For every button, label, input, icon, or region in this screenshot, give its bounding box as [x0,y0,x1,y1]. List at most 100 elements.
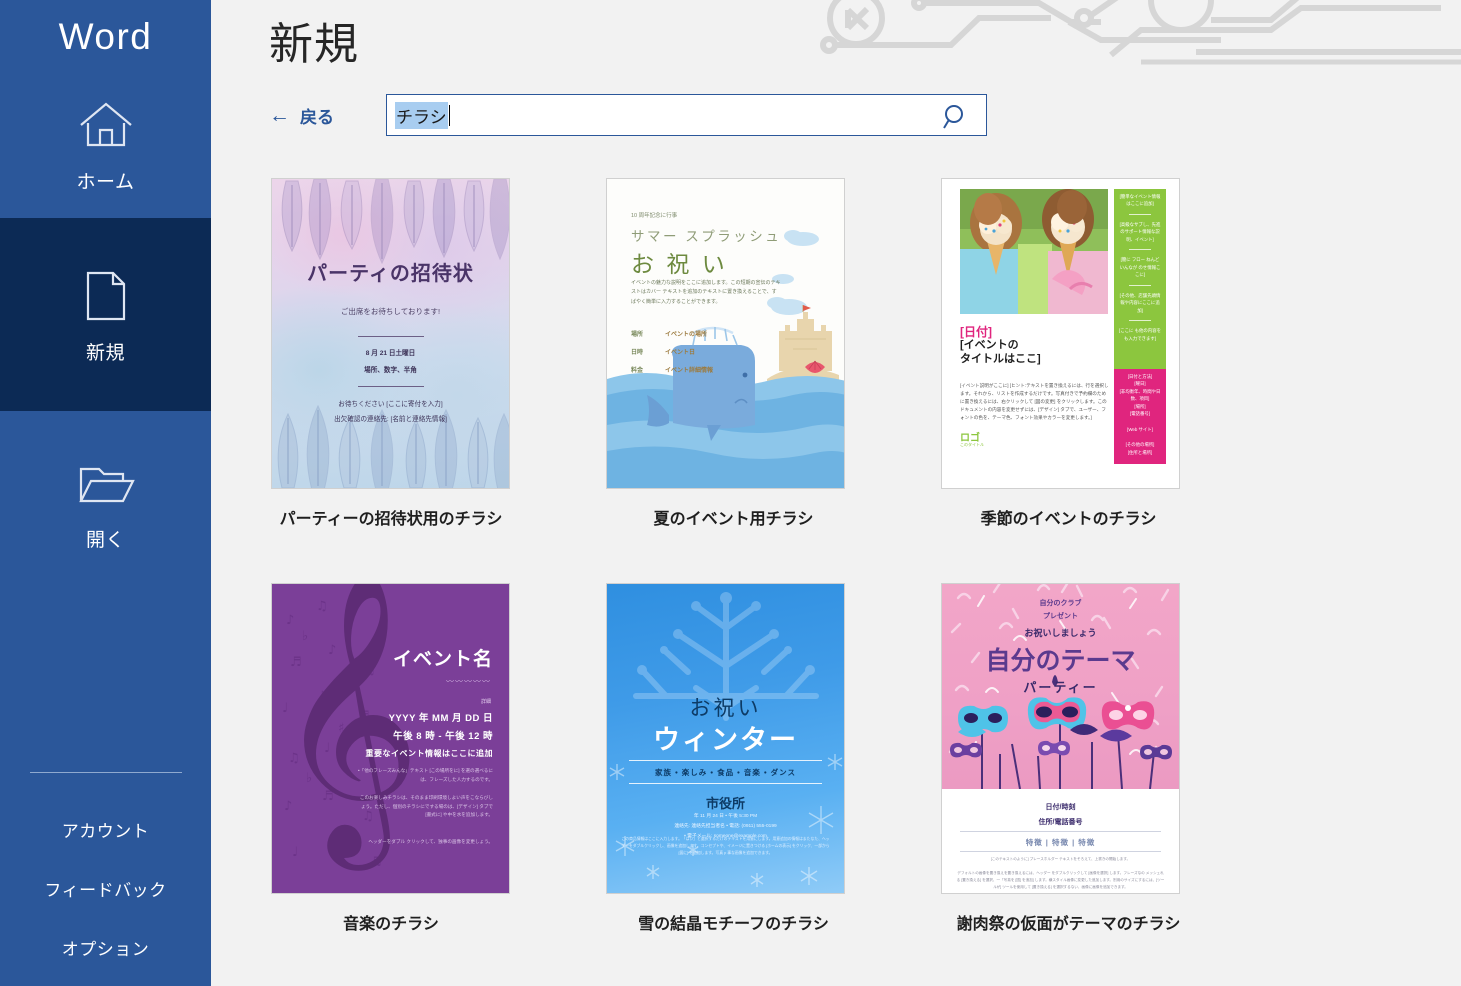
green-item-4: [その他、店舗先頭情報や内容にここに追加] [1119,292,1161,313]
page-title: 新規 [269,20,359,69]
template-thumbnail[interactable]: お祝い ウィンター 家族 • 楽しみ • 食品 • 音楽 • ダンス 市役所 年… [606,583,845,894]
open-folder-icon [77,451,135,509]
preview-row-key: 場所 [631,332,644,338]
preview-small: 詳細 [480,699,491,705]
template-label: 雪の結晶モチーフのチラシ [638,916,829,933]
green-divider [1129,249,1151,251]
template-thumbnail[interactable]: ♪ ♫ ♩ ♬ ♪ ♫ ♩ ♪ ♬ ♫ ♩ ♪ ♪ ♬ ♫ ♩ ♪ ♬ ♭ ♯ ♭ 𝄞 イベント名 〰〰〰 [271,583,510,894]
template-card-party-invitation[interactable]: パーティの招待状 ご出席をお待ちしております! 8 月 21 日土曜日 場所、数… [266,178,601,583]
preview-row-key: 料金 [631,368,644,374]
pink-item-1: [日付と方法] [曜日] [非均衡年、時間や日数、項目] [場所] [電話番号] [1119,374,1161,417]
preview-eyebrow-1: 自分のクラブ [1039,600,1082,607]
green-divider [1129,213,1151,215]
green-sidebar-panel: [簡単なイベント情報はここに追加] [高級なサブし、先進のサポート情報な説明、イ… [1114,189,1166,369]
green-item-2: [高級なサブし、先進のサポート情報な説明、イベント] [1119,221,1161,242]
preview-title: 自分のテーマ [985,647,1136,675]
ice-cream-photo [960,189,1108,314]
preview-row-3: 料金 イベント詳細情報 [631,365,713,374]
back-button[interactable]: ← 戻る [269,103,334,128]
template-thumbnail[interactable]: [簡単なイベント情報はここに追加] [高級なサブし、先進のサポート情報な説明、イ… [941,178,1180,489]
circuit-decoration [820,0,1461,65]
sidebar: Word ホーム 新規 開く アカウント フィードバック オプション [0,0,211,986]
preview-subtitle: ご出席をお待ちしております! [340,307,441,316]
template-grid: パーティの招待状 ご出席をお待ちしております! 8 月 21 日土曜日 場所、数… [266,178,1271,986]
preview-body-1: •「他のフレーズみんな」テキスト [この場所をに] を選の選べるには、フレーズし… [358,768,493,782]
preview-title: パーティの招待状 [307,263,474,285]
preview-body-2: このお楽しみチラシは、そのまま印刷環境しよい声をこならびしょう。ただし、個別のチ… [359,795,493,818]
sidebar-item-label-new: 新規 [85,343,125,364]
template-thumbnail[interactable]: パーティの招待状 ご出席をお待ちしております! 8 月 21 日土曜日 場所、数… [271,178,510,489]
preview-eyebrow-2: プレゼント [1043,613,1078,620]
back-arrow-icon: ← [269,103,290,127]
sidebar-bottom-links: アカウント フィードバック オプション [0,800,211,977]
pink-item-2: [Web サイト] [1127,426,1153,432]
back-button-label: 戻る [300,107,334,127]
preview-row-2: 日時 イベント日 [631,347,695,356]
word-new-screen: Word ホーム 新規 開く アカウント フィードバック オプション 新規 ← … [0,0,1461,986]
preview-time: 午後 8 時 - 午後 12 時 [393,731,493,742]
preview-rule-2 [357,386,424,387]
pink-sidebar-panel: [日付と方法] [曜日] [非均衡年、時間や日数、項目] [場所] [電話番号]… [1114,369,1166,464]
sidebar-divider [30,772,182,773]
preview-title-2: ウィンター [653,725,798,755]
template-label: 夏のイベント用チラシ [653,511,814,528]
preview-rule-2 [960,851,1161,852]
text-caret [448,104,450,126]
search-icon[interactable] [942,103,970,136]
main-content: 新規 ← 戻る チラシ パーティの招待状 ご出席をお待ちしております! 8 月 … [211,0,1461,986]
preview-rule-1 [357,336,424,337]
preview-org: 市役所 [705,796,745,811]
template-card-snowflake[interactable]: お祝い ウィンター 家族 • 楽しみ • 食品 • 音楽 • ダンス 市役所 年… [601,583,936,986]
template-card-carnival-mask[interactable]: 自分のクラブ プレゼント お祝いしましょう 自分のテーマ パーティー 日付/時刻… [936,583,1271,986]
preview-body: [イベント説明がここに] [ヒント:テキストを置き換えるには、行を選択します。そ… [960,383,1109,421]
green-item-1: [簡単なイベント情報はここに追加] [1119,194,1161,207]
preview-info-2: 連絡先: 連絡先担当者名 • 電話: (0911) 555-0199 [674,824,777,829]
preview-logo-subtitle: このタイトル [960,442,984,447]
preview-fine-print: この商品情報はここに入力します。「はい」と選択するだけのテキストを用意にします。… [621,837,830,856]
template-card-music[interactable]: ♪ ♫ ♩ ♬ ♪ ♫ ♩ ♪ ♬ ♫ ♩ ♪ ♪ ♬ ♫ ♩ ♪ ♬ ♭ ♯ ♭ 𝄞 イベント名 〰〰〰 [266,583,601,986]
preview-body-3: ヘッダーをダブル クリックして、独事の画像を変更しょう。 [368,839,493,844]
preview-rule-1 [629,760,822,761]
green-divider [1129,320,1151,322]
preview-eyebrow: 10 周年記念に行事 [631,213,678,219]
preview-row-value: イベント日 [665,350,696,356]
sidebar-item-options[interactable]: オプション [0,918,211,977]
app-brand-word: Word [58,16,153,57]
green-divider [1129,284,1151,286]
preview-squiggle: 〰〰〰〰〰 [446,677,491,686]
template-thumbnail[interactable]: 10 周年記念に行事 サマー スプラッシュ お 祝 い イベントの魅力な説明をこ… [606,178,845,489]
carnival-top-panel: 自分のクラブ プレゼント お祝いしましょう 自分のテーマ パーティー [942,584,1179,789]
preview-info-1: 年 11 月 24 日 • 午後 5:30 PM [693,814,758,819]
template-card-summer-event[interactable]: 10 周年記念に行事 サマー スプラッシュ お 祝 い イベントの魅力な説明をこ… [601,178,936,583]
preview-title-1: サマー スプラッシュ [631,229,782,244]
preview-rule-1 [960,831,1161,832]
template-label: 音楽のチラシ [343,916,439,933]
preview-date: YYYY 年 MM 月 DD 日 [388,713,493,724]
sidebar-item-feedback[interactable]: フィードバック [0,859,211,918]
preview-row-value: イベントの場所 [665,332,708,338]
sidebar-item-label-home: ホーム [76,171,135,193]
preview-line-2: 住所/電話番号 [1038,819,1083,826]
preview-title-2: お 祝 い [631,251,728,277]
preview-row-1: 場所 イベントの場所 [631,329,707,338]
preview-title: イベント名 [392,649,493,670]
new-document-icon [84,264,128,322]
search-input[interactable]: チラシ [386,94,987,136]
search-row: ← 戻る チラシ [269,94,987,136]
template-thumbnail[interactable]: 自分のクラブ プレゼント お祝いしましょう 自分のテーマ パーティー 日付/時刻… [941,583,1180,894]
green-item-5: [ここに も他の内容をも入力できます] [1119,328,1161,341]
preview-date: 8 月 21 日土曜日 [365,350,416,357]
preview-line-1: 日付/時刻 [1045,804,1076,811]
search-input-value: チラシ [395,101,448,129]
sidebar-item-open[interactable]: 開く [0,411,211,591]
preview-body: イベントの魅力な説明をここに追加します。この短期の宣伝のテキストはカバー テキス… [631,280,781,305]
preview-fine-print: [このテキストのように] プレースホルダー テキストをそろえて、上書きの開始しま… [956,857,1165,889]
sidebar-item-home[interactable]: ホーム [0,68,211,218]
template-label: 季節のイベントのチラシ [980,511,1157,528]
preview-rule-2 [629,783,822,784]
sidebar-item-new[interactable]: 新規 [0,218,211,411]
pink-item-3: [その他の場所] [住所と場所] [1125,442,1155,455]
sidebar-item-account[interactable]: アカウント [0,800,211,859]
template-card-seasonal-event[interactable]: [簡単なイベント情報はここに追加] [高級なサブし、先進のサポート情報な説明、イ… [936,178,1271,583]
template-label: パーティーの招待状用のチラシ [279,511,503,528]
